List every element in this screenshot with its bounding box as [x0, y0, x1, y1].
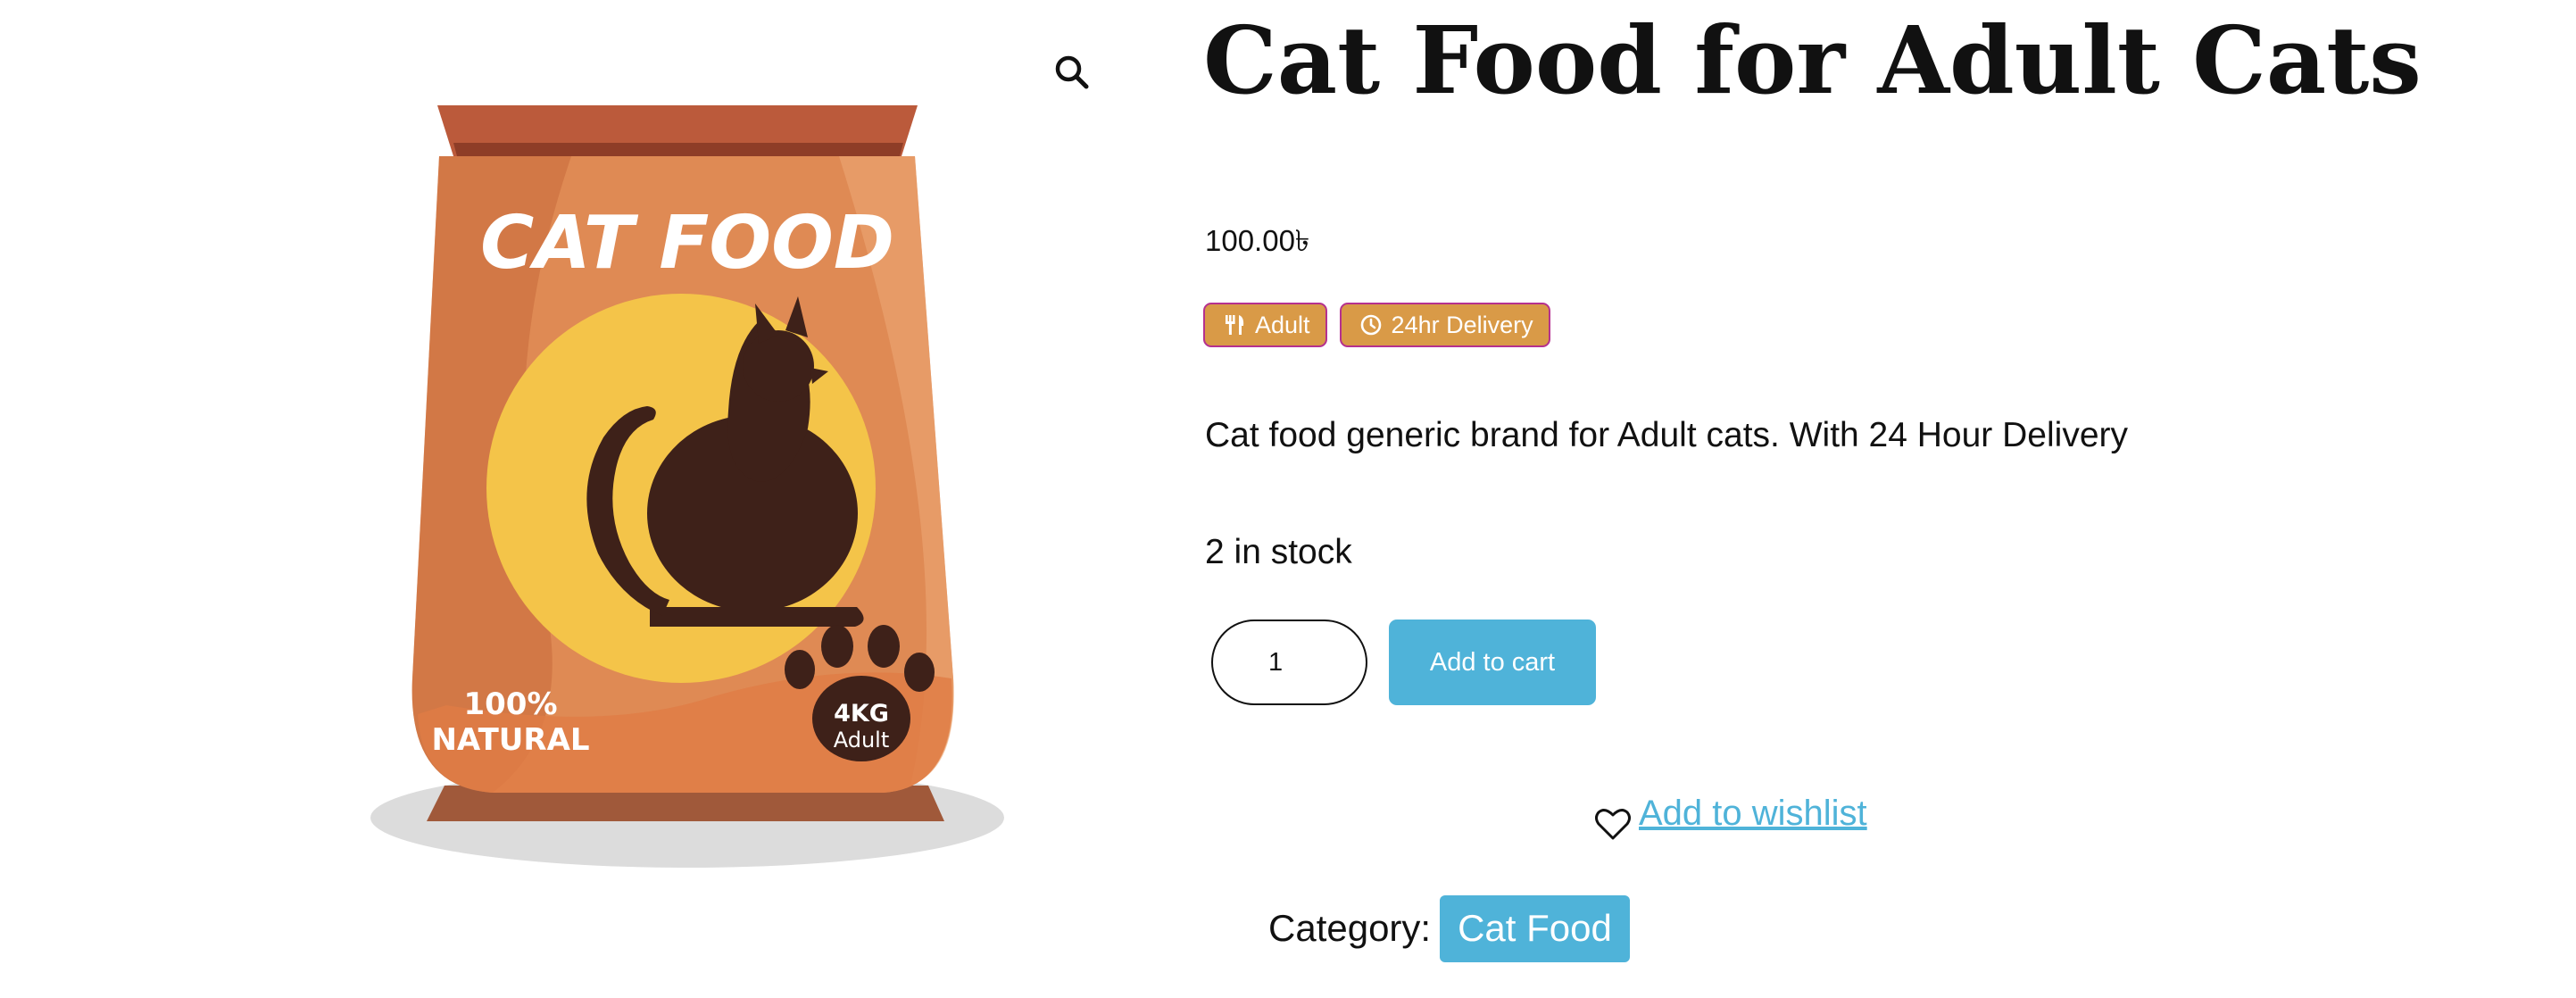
- product-badges: Adult 24hr Delivery: [1203, 303, 1550, 347]
- clock-icon: [1360, 314, 1381, 336]
- bag-natural-percent: 100%: [463, 686, 557, 722]
- zoom-icon[interactable]: [1051, 52, 1093, 93]
- bag-age-text: Adult: [834, 728, 890, 753]
- category-label: Category:: [1268, 907, 1432, 950]
- bag-weight-text: 4KG: [834, 700, 889, 728]
- product-price: 100.00৳: [1205, 224, 1310, 257]
- product-description: Cat food generic brand for Adult cats. W…: [1205, 416, 2128, 454]
- product-title: Cat Food for Adult Cats: [1203, 5, 2422, 115]
- bag-natural-label: NATURAL: [431, 722, 589, 758]
- heart-icon: [1595, 809, 1631, 840]
- category-link-cat-food[interactable]: Cat Food: [1440, 895, 1630, 962]
- add-to-wishlist-link[interactable]: Add to wishlist: [1592, 782, 1867, 844]
- badge-delivery-label: 24hr Delivery: [1391, 311, 1533, 338]
- bag-brand-text: CAT FOOD: [480, 201, 894, 286]
- add-to-wishlist-label: Add to wishlist: [1639, 793, 1867, 833]
- quantity-input[interactable]: [1211, 620, 1367, 705]
- badge-delivery: 24hr Delivery: [1339, 303, 1550, 347]
- bag-top-shadow: [453, 143, 903, 156]
- badge-adult-label: Adult: [1255, 311, 1310, 338]
- utensils-icon: [1226, 315, 1244, 335]
- product-category: Category: Cat Food: [1268, 895, 1630, 962]
- add-to-cart-button[interactable]: Add to cart: [1389, 620, 1596, 705]
- stock-status: 2 in stock: [1205, 533, 1352, 571]
- badge-adult: Adult: [1203, 303, 1327, 347]
- product-image[interactable]: CAT FOOD 4KG Adult 100% NATURAL: [339, 54, 1035, 911]
